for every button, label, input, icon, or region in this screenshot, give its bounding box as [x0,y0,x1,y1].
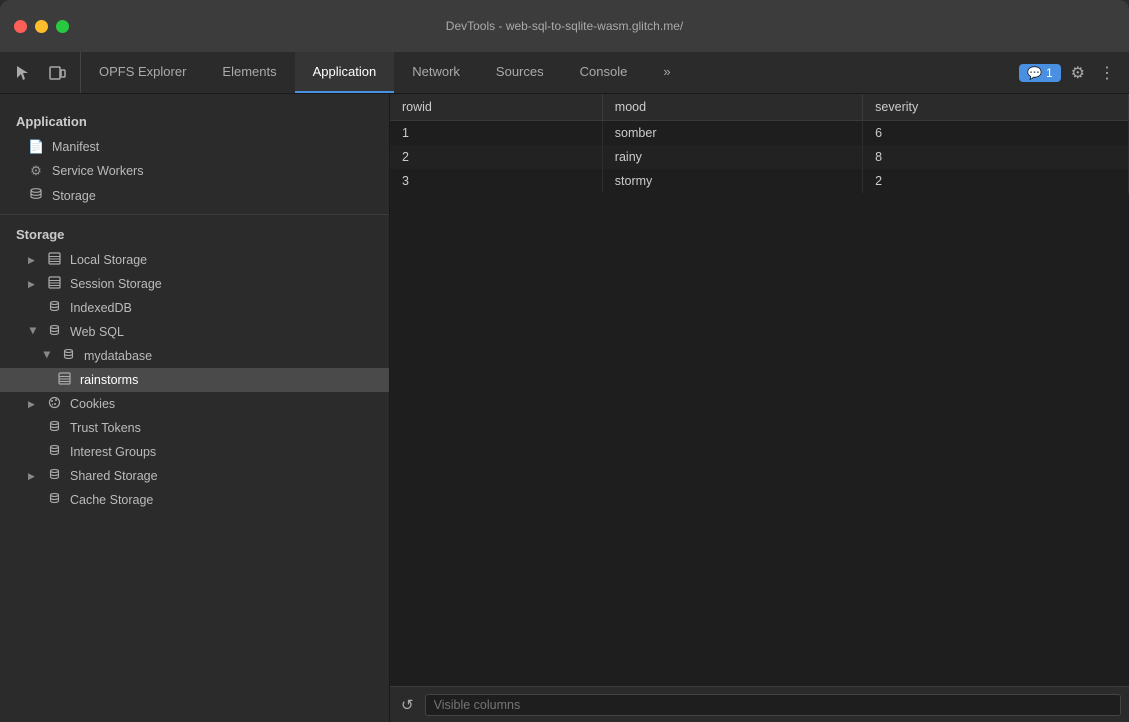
table-row[interactable]: 3stormy2 [390,169,1129,193]
window-controls [14,20,69,33]
storage-app-icon [28,187,44,204]
toolbar: OPFS Explorer Elements Application Netwo… [0,52,1129,94]
cell-severity: 8 [863,145,1129,169]
mydatabase-arrow: ▶ [42,351,53,361]
window-title: DevTools - web-sql-to-sqlite-wasm.glitch… [446,19,683,33]
app-section-header: Application [0,108,389,135]
toolbar-left-icons [0,52,81,93]
tab-opfs[interactable]: OPFS Explorer [81,52,204,93]
chat-icon: 💬 [1027,66,1042,80]
cell-rowid: 1 [390,121,602,146]
storage-section-header: Storage [0,221,389,248]
sidebar-item-session-storage[interactable]: ▶ Session Storage [0,272,389,296]
manifest-icon: 📄 [28,139,44,155]
table-row[interactable]: 1somber6 [390,121,1129,146]
manifest-label: Manifest [52,140,99,154]
device-icon[interactable] [44,60,70,86]
mydatabase-label: mydatabase [84,349,152,363]
shared-storage-label: Shared Storage [70,469,158,483]
data-table: rowid mood severity 1somber62rainy83stor… [390,94,1129,193]
web-sql-arrow: ▶ [28,327,39,337]
visible-columns-input[interactable] [425,694,1121,716]
service-workers-label: Service Workers [52,164,143,178]
web-sql-icon [46,324,62,340]
service-workers-icon: ⚙ [28,163,44,179]
sidebar-item-cache-storage[interactable]: Cache Storage [0,488,389,512]
sidebar-item-rainstorms[interactable]: rainstorms [0,368,389,392]
maximize-button[interactable] [56,20,69,33]
minimize-button[interactable] [35,20,48,33]
toolbar-right: 💬 1 ⚙ ⋮ [1009,52,1129,93]
session-storage-icon [46,276,62,292]
local-storage-arrow: ▶ [28,255,38,266]
cell-severity: 2 [863,169,1129,193]
sidebar: Application 📄 Manifest ⚙ Service Workers… [0,94,390,722]
table-row[interactable]: 2rainy8 [390,145,1129,169]
sidebar-item-shared-storage[interactable]: ▶ Shared Storage [0,464,389,488]
rainstorms-icon [56,372,72,388]
cell-mood: somber [602,121,862,146]
sidebar-item-indexeddb[interactable]: ▶ IndexedDB [0,296,389,320]
tab-elements[interactable]: Elements [204,52,294,93]
settings-button[interactable]: ⚙ [1067,59,1089,87]
refresh-button[interactable]: ↺ [398,693,417,717]
content-area: rowid mood severity 1somber62rainy83stor… [390,94,1129,722]
title-bar: DevTools - web-sql-to-sqlite-wasm.glitch… [0,0,1129,52]
tab-network[interactable]: Network [394,52,478,93]
notifications-badge[interactable]: 💬 1 [1019,64,1061,82]
shared-storage-icon [46,468,62,484]
cell-rowid: 2 [390,145,602,169]
sidebar-item-manifest[interactable]: 📄 Manifest [0,135,389,159]
inspect-icon[interactable] [10,60,36,86]
cell-severity: 6 [863,121,1129,146]
tab-sources[interactable]: Sources [478,52,562,93]
cell-mood: stormy [602,169,862,193]
more-options-button[interactable]: ⋮ [1095,59,1119,87]
session-storage-arrow: ▶ [28,279,38,290]
sidebar-item-mydatabase[interactable]: ▶ mydatabase [0,344,389,368]
rainstorms-label: rainstorms [80,373,138,387]
footer-bar: ↺ [390,686,1129,722]
trust-tokens-icon [46,420,62,436]
sidebar-item-cookies[interactable]: ▶ Cookies [0,392,389,416]
sidebar-item-local-storage[interactable]: ▶ Local Storage [0,248,389,272]
cell-rowid: 3 [390,169,602,193]
local-storage-label: Local Storage [70,253,147,267]
sidebar-item-service-workers[interactable]: ⚙ Service Workers [0,159,389,183]
sidebar-item-web-sql[interactable]: ▶ Web SQL [0,320,389,344]
tab-application[interactable]: Application [295,52,395,93]
indexeddb-label: IndexedDB [70,301,132,315]
col-rowid[interactable]: rowid [390,94,602,121]
sidebar-divider [0,214,389,215]
cookies-icon [46,396,62,412]
mydatabase-icon [60,348,76,364]
cookies-label: Cookies [70,397,115,411]
web-sql-label: Web SQL [70,325,124,339]
table-area: rowid mood severity 1somber62rainy83stor… [390,94,1129,686]
sidebar-item-interest-groups[interactable]: Interest Groups [0,440,389,464]
sidebar-item-storage-app[interactable]: Storage [0,183,389,208]
col-mood[interactable]: mood [602,94,862,121]
tabs: OPFS Explorer Elements Application Netwo… [81,52,1009,93]
tab-more[interactable]: » [645,52,688,93]
cache-storage-label: Cache Storage [70,493,153,507]
badge-count: 1 [1046,66,1053,80]
close-button[interactable] [14,20,27,33]
cookies-arrow: ▶ [28,399,38,410]
main-content: Application 📄 Manifest ⚙ Service Workers… [0,94,1129,722]
indexeddb-icon [46,300,62,316]
cache-storage-icon [46,492,62,508]
interest-groups-label: Interest Groups [70,445,156,459]
shared-storage-arrow: ▶ [28,471,38,482]
interest-groups-icon [46,444,62,460]
local-storage-icon [46,252,62,268]
session-storage-label: Session Storage [70,277,162,291]
cell-mood: rainy [602,145,862,169]
tab-console[interactable]: Console [562,52,646,93]
storage-app-label: Storage [52,189,96,203]
col-severity[interactable]: severity [863,94,1129,121]
trust-tokens-label: Trust Tokens [70,421,141,435]
sidebar-item-trust-tokens[interactable]: Trust Tokens [0,416,389,440]
